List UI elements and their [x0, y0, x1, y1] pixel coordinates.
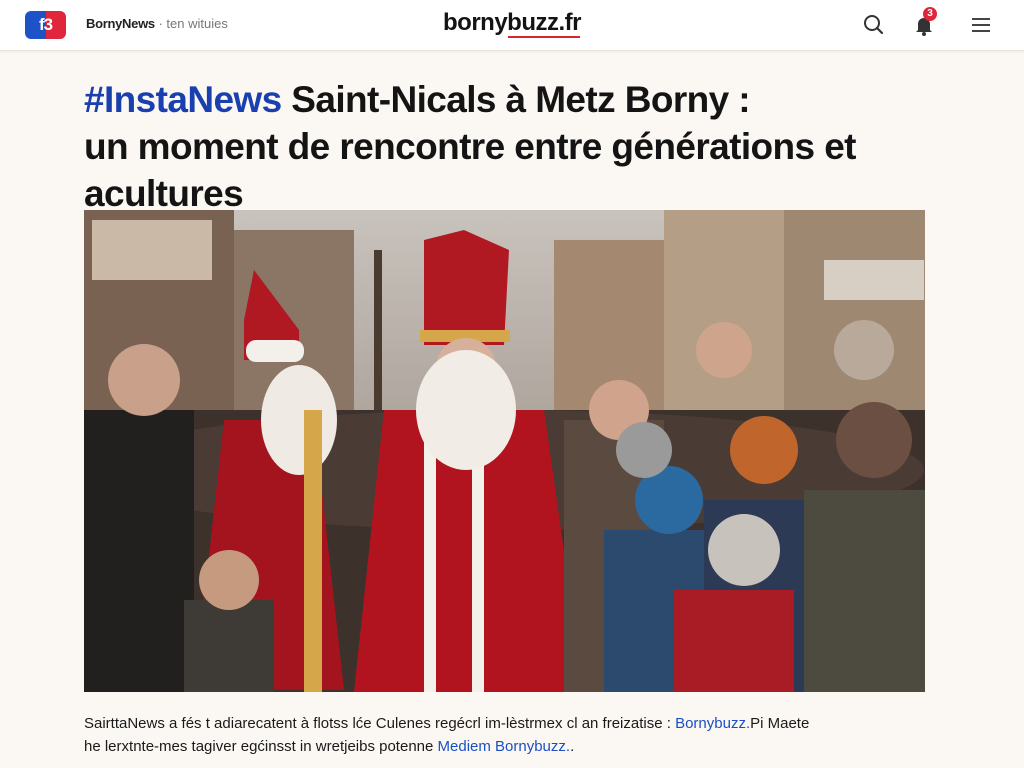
headline-line-1: Saint-Nicals à Metz Borny :: [281, 79, 751, 120]
hamburger-menu-icon[interactable]: [967, 11, 995, 39]
caption-text-1: SairttaNews a fés t adiarecatent à flots…: [84, 715, 676, 732]
search-icon[interactable]: [860, 11, 888, 39]
caption-link-mediem[interactable]: Mediem Bornybuzz.: [438, 738, 571, 755]
top-navigation-bar: f3 BornyNews · ten wituies bornybuzz.fr …: [0, 0, 1024, 51]
brand-underline: [508, 36, 580, 38]
article-headline: #InstaNews Saint-Nicals à Metz Borny : u…: [84, 76, 944, 217]
article-hero-image[interactable]: [84, 210, 925, 692]
notification-badge: 3: [923, 7, 937, 21]
caption-link-bornybuzz[interactable]: Bornybuzz.: [675, 715, 750, 732]
caption-text-2-tail: .: [570, 738, 575, 755]
caption-text-2: he lerxtnte-mes tagiver egćinsst in wret…: [84, 738, 438, 755]
hashtag-link[interactable]: #InstaNews: [84, 79, 282, 120]
caption-text-1-tail: Pi Maete: [750, 715, 810, 732]
headline-line-3: acultures: [84, 173, 244, 214]
article-caption: SairttaNews a fés t adiarecatent à flots…: [84, 712, 944, 758]
headline-line-2: un moment de rencontre entre générations…: [84, 126, 857, 167]
